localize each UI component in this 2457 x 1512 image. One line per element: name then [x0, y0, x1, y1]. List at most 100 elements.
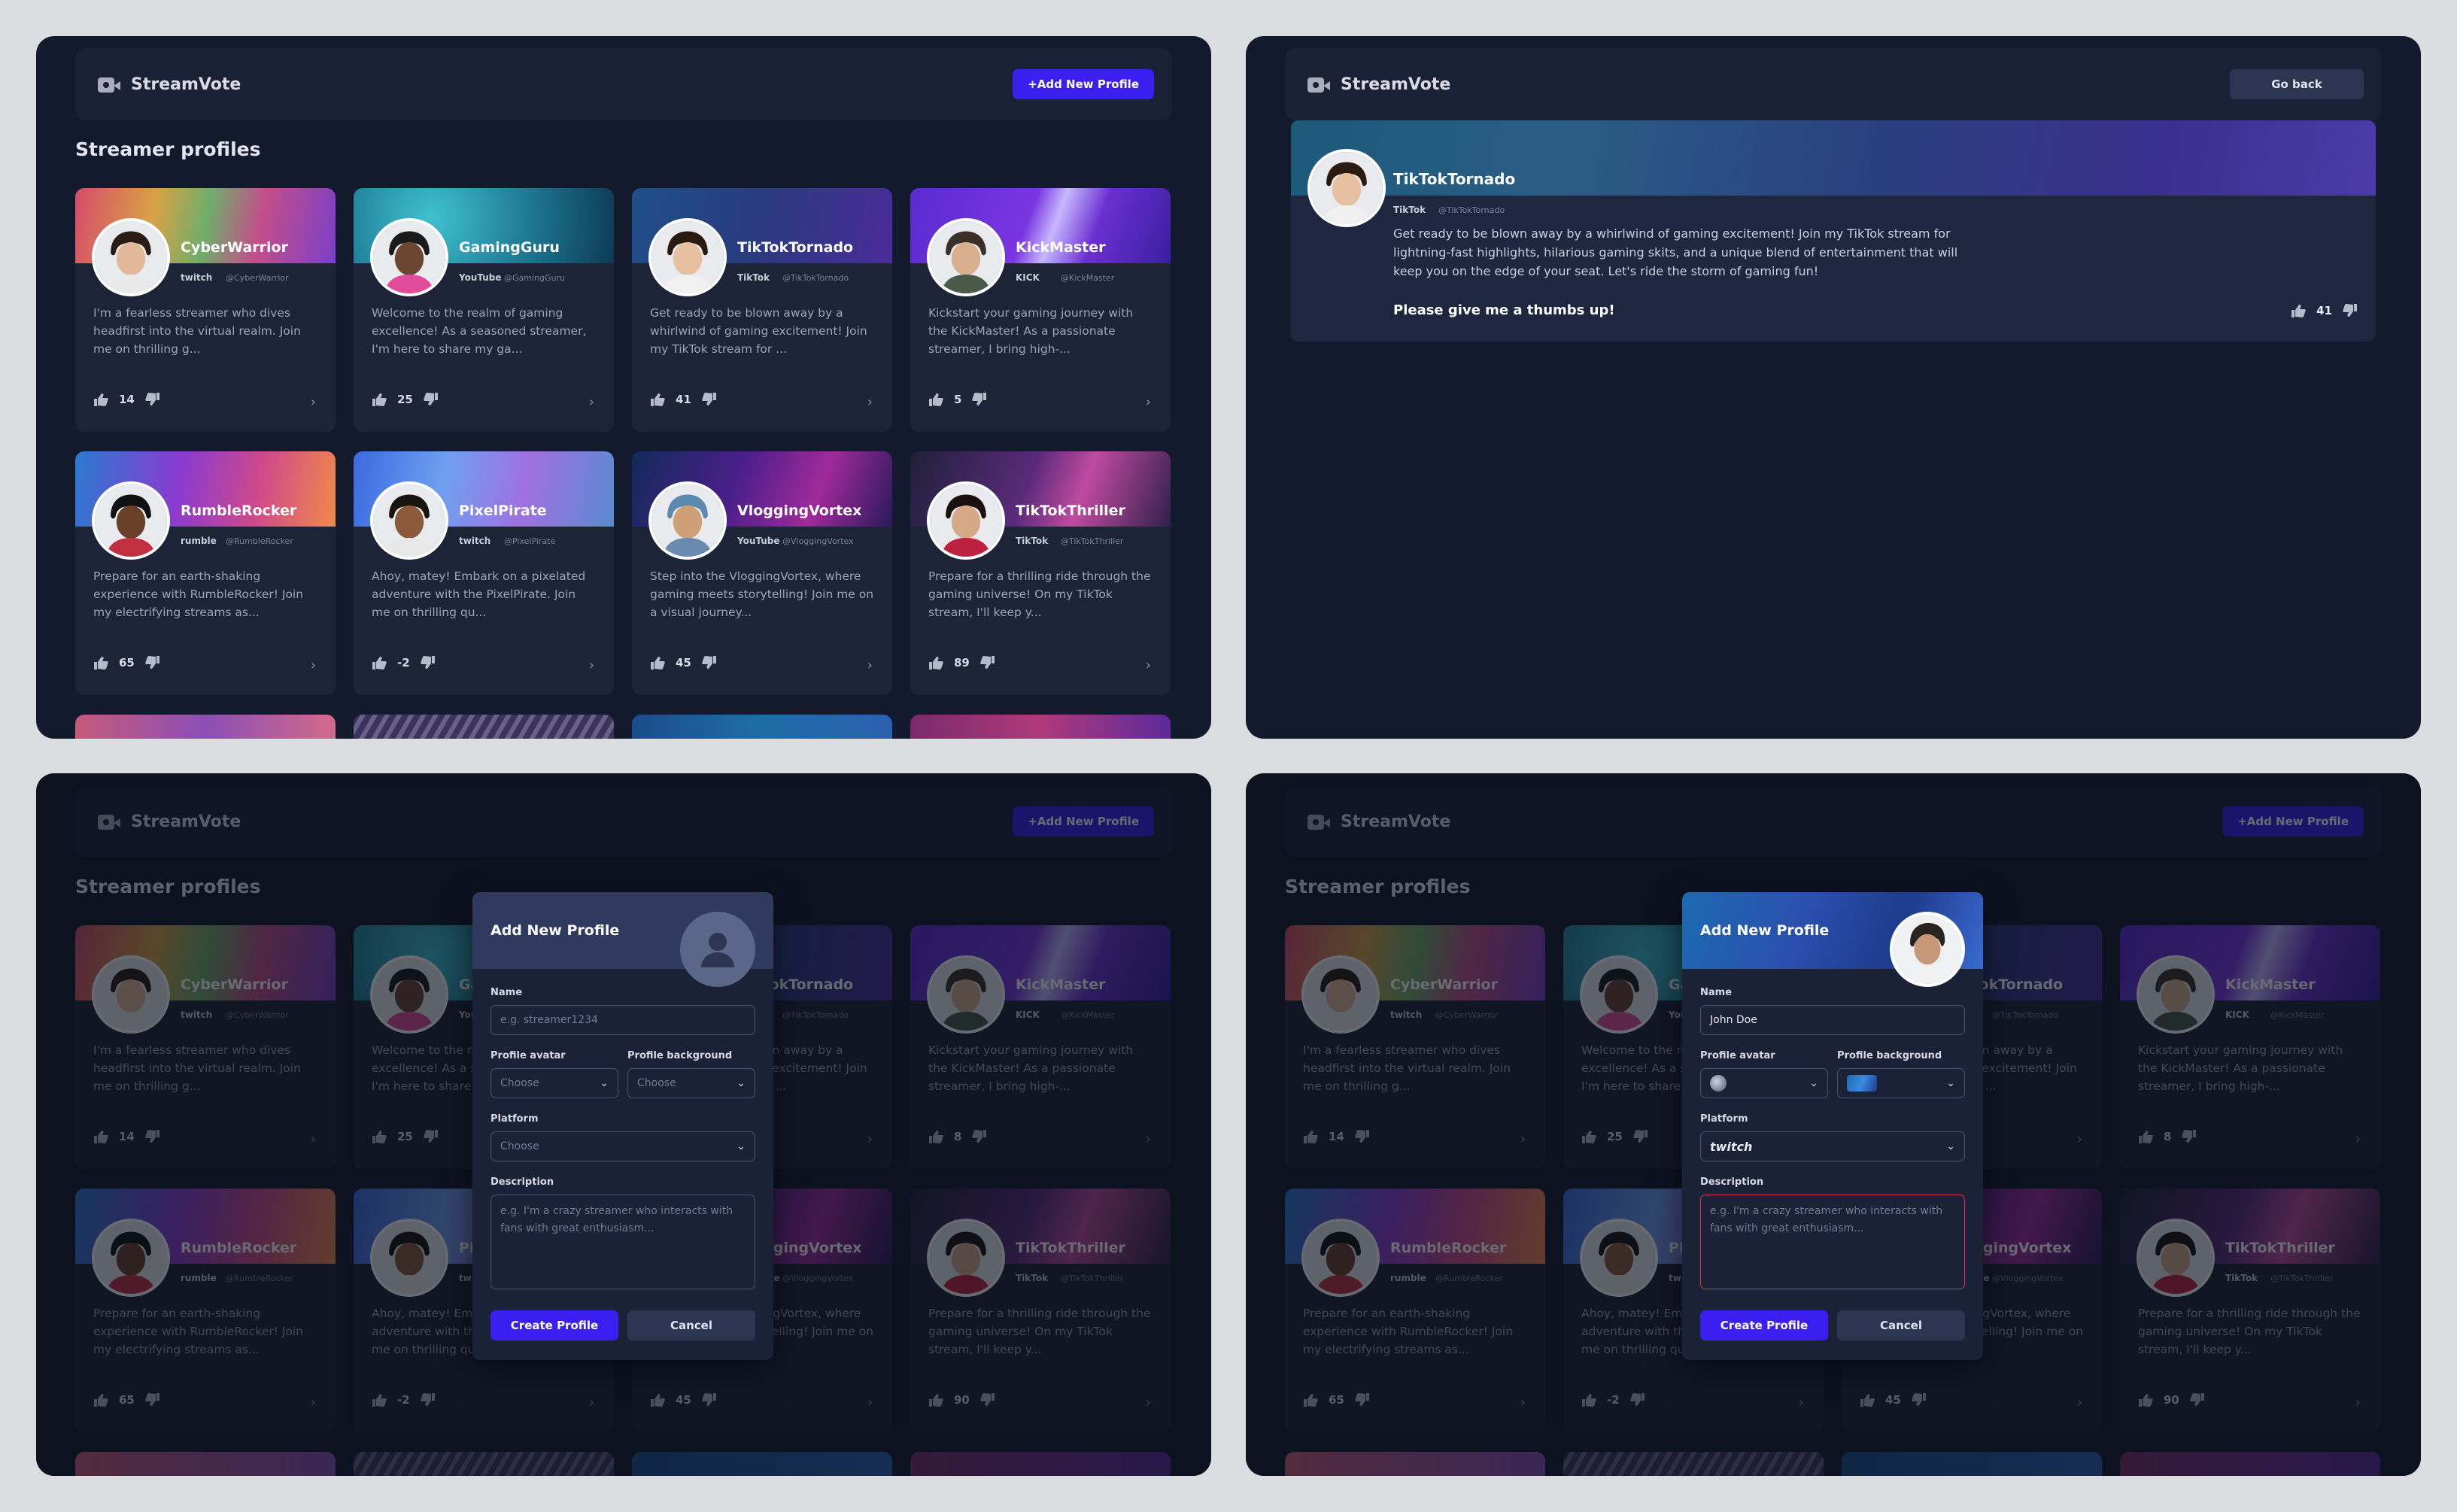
platform-logo: twitch	[181, 272, 213, 283]
add-profile-button[interactable]: +Add New Profile	[1013, 69, 1154, 99]
thumbs-down-icon[interactable]	[424, 393, 439, 406]
profile-name: TikTokTornado	[1393, 170, 1516, 188]
profile-description: Get ready to be blown away by a whirlwin…	[1393, 226, 1958, 278]
vote-count: 14	[119, 393, 135, 406]
avatar	[1307, 149, 1386, 227]
create-profile-button[interactable]: Create Profile	[1700, 1310, 1828, 1340]
chevron-down-icon: ⌄	[1946, 1140, 1955, 1152]
thumbs-up-icon[interactable]	[2291, 304, 2306, 317]
background-select[interactable]: ⌄	[1837, 1068, 1965, 1098]
vote-controls: 65	[93, 656, 160, 669]
thumbs-up-icon[interactable]	[93, 393, 108, 406]
vote-controls: 45	[650, 656, 717, 669]
chevron-right-icon[interactable]: ›	[311, 394, 316, 410]
chevron-right-icon[interactable]: ›	[1146, 657, 1151, 673]
profile-card[interactable]: RumbleRocker rumble @RumbleRocker Prepare f…	[75, 451, 336, 695]
vote-controls: 14	[93, 393, 160, 406]
chevron-right-icon[interactable]: ›	[589, 394, 594, 410]
thumbs-down-icon[interactable]	[145, 393, 160, 406]
description-label: Description	[490, 1177, 554, 1188]
platform-logo: twitch	[459, 536, 491, 546]
brand[interactable]: StreamVote	[1307, 73, 1450, 96]
card-peek	[354, 715, 614, 739]
go-back-button[interactable]: Go back	[2230, 69, 2364, 99]
avatar-select[interactable]: Choose ⌄	[490, 1068, 618, 1098]
thumbs-up-icon[interactable]	[928, 393, 943, 406]
thumbs-up-icon[interactable]	[650, 393, 665, 406]
profile-card[interactable]: PixelPirate twitch @PixelPirate Ahoy, matey…	[354, 451, 614, 695]
thumbs-up-icon[interactable]	[372, 656, 387, 669]
avatar	[370, 218, 448, 296]
profile-name: RumbleRocker	[181, 502, 297, 519]
profile-card[interactable]: KickMaster KICK @KickMaster Kickstart your …	[910, 188, 1171, 432]
vote-count: 25	[397, 393, 413, 406]
avatar-select-value: Choose	[500, 1077, 539, 1089]
cancel-button[interactable]: Cancel	[627, 1310, 755, 1340]
chevron-right-icon[interactable]: ›	[867, 394, 873, 410]
thumbs-up-icon[interactable]	[650, 656, 665, 669]
avatar	[927, 481, 1005, 560]
thumbs-up-icon[interactable]	[928, 656, 943, 669]
vote-count: 89	[954, 656, 970, 669]
vote-controls: 25	[372, 393, 439, 406]
vote-prompt: Please give me a thumbs up!	[1393, 302, 1615, 318]
avatar-select[interactable]: ⌄	[1700, 1068, 1828, 1098]
profile-card[interactable]: TikTokThriller TikTok @TikTokThriller Prepa…	[910, 451, 1171, 695]
chevron-right-icon[interactable]: ›	[589, 657, 594, 673]
profile-handle: @CyberWarrior	[226, 273, 289, 283]
profile-card[interactable]: CyberWarrior twitch @CyberWarrior I'm a fea…	[75, 188, 336, 432]
description-label: Description	[1700, 1177, 1764, 1188]
description-textarea[interactable]: e.g. I'm a crazy streamer who interacts …	[1700, 1195, 1965, 1289]
vote-controls: 89	[928, 656, 995, 669]
thumbs-down-icon[interactable]	[702, 656, 717, 669]
add-profile-modal: Add New Profile Name e.g. streamer1234 P…	[472, 892, 773, 1360]
thumbs-down-icon[interactable]	[2343, 304, 2358, 317]
platform-logo: YouTube	[459, 272, 502, 283]
thumbs-down-icon[interactable]	[972, 393, 987, 406]
background-select[interactable]: Choose ⌄	[627, 1068, 755, 1098]
platform-select[interactable]: twitch ⌄	[1700, 1131, 1965, 1161]
thumbs-down-icon[interactable]	[980, 656, 995, 669]
vote-controls: 41	[650, 393, 717, 406]
add-profile-screen-empty: StreamVote+Add New ProfileStreamer profi…	[36, 773, 1211, 1476]
description-textarea[interactable]: e.g. I'm a crazy streamer who interacts …	[490, 1195, 755, 1289]
name-input[interactable]: John Doe	[1700, 1005, 1965, 1035]
thumbs-up-icon[interactable]	[93, 656, 108, 669]
profile-name: GamingGuru	[459, 239, 560, 256]
vote-controls: 5	[928, 393, 987, 406]
profile-card[interactable]: GamingGuru YouTube@GamingGuru Welcome to t…	[354, 188, 614, 432]
thumbs-down-icon[interactable]	[420, 656, 436, 669]
vote-controls: -2	[372, 656, 436, 669]
platform-logo: rumble	[181, 536, 217, 546]
platform-logo: KICK	[1016, 272, 1040, 283]
profile-handle: @PixelPirate	[504, 536, 556, 546]
thumbs-down-icon[interactable]	[702, 393, 717, 406]
profile-card[interactable]: VloggingVortex YouTube@VloggingVortex Step…	[632, 451, 892, 695]
thumbs-down-icon[interactable]	[145, 656, 160, 669]
create-profile-button[interactable]: Create Profile	[490, 1310, 618, 1340]
avatar	[92, 218, 170, 296]
chevron-right-icon[interactable]: ›	[867, 657, 873, 673]
profile-name: PixelPirate	[459, 502, 547, 519]
profile-card[interactable]: TikTokTornado TikTok @TikTokTornado Get rea…	[632, 188, 892, 432]
card-peek	[910, 715, 1171, 739]
profile-handle: @KickMaster	[1061, 273, 1115, 283]
background-label: Profile background	[627, 1050, 733, 1061]
thumbs-up-icon[interactable]	[372, 393, 387, 406]
name-input[interactable]: e.g. streamer1234	[490, 1005, 755, 1035]
cancel-button[interactable]: Cancel	[1837, 1310, 1965, 1340]
chevron-right-icon[interactable]: ›	[1146, 394, 1151, 410]
vote-count: 65	[119, 656, 135, 669]
platform-logo: TikTok	[1016, 536, 1049, 546]
brand[interactable]: StreamVote	[98, 73, 241, 96]
vote-count: 41	[676, 393, 691, 406]
platform-select[interactable]: Choose ⌄	[490, 1131, 755, 1161]
platform-logo: YouTube	[737, 536, 780, 546]
name-label: Name	[490, 987, 523, 998]
add-profile-modal: Add New Profile Name John Doe Profile av…	[1682, 892, 1983, 1360]
vote-count: 41	[2316, 304, 2332, 317]
brand-name: StreamVote	[1341, 74, 1451, 94]
chevron-right-icon[interactable]: ›	[311, 657, 316, 673]
avatar	[648, 218, 727, 296]
background-select-value: Choose	[637, 1077, 676, 1089]
